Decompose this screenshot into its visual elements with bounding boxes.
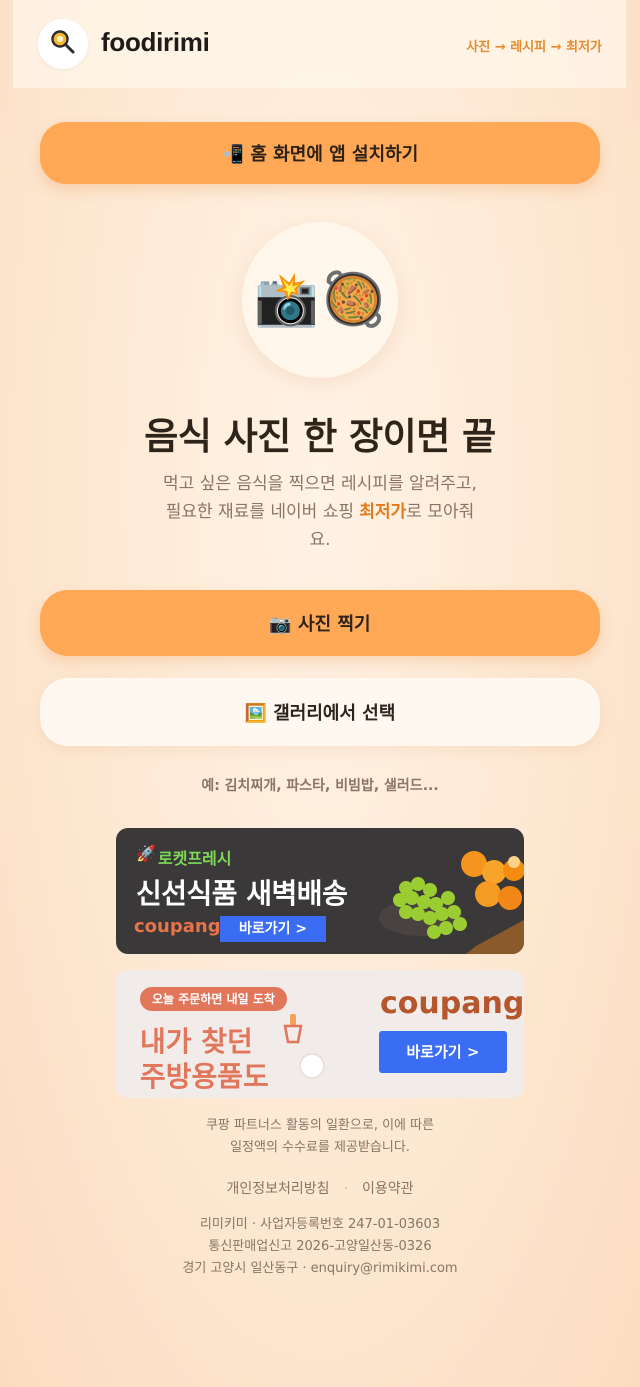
ad-cta-button[interactable]: 바로가기 > [220, 916, 326, 942]
partners-notice: 쿠팡 파트너스 활동의 일환으로, 이에 따른 일정액의 수수료를 제공받습니다… [0, 1115, 640, 1159]
ad-tag: 로켓프레시 [158, 849, 232, 868]
privacy-policy-link[interactable]: 개인정보처리방침 [226, 1181, 329, 1197]
coupang-ad-kitchen[interactable]: 오늘 주문하면 내일 도착 내가 찾던 주방용품도 coupang 바로가기 > [116, 970, 524, 1098]
hero-description: 먹고 싶은 음식을 찍으면 레시피를 알려주고, 필요한 재료를 네이버 쇼핑 … [150, 470, 490, 554]
partners-line-2: 일정액의 수수료를 제공받습니다. [230, 1140, 410, 1155]
gallery-select-button[interactable]: 🖼️ 갤러리에서 선택 [40, 678, 600, 746]
page-title: 음식 사진 한 장이면 끝 [144, 415, 496, 458]
logo[interactable] [38, 19, 88, 69]
desc-line-2: 필요한 재료를 네이버 쇼핑 최저가로 모아줘 [150, 498, 490, 526]
company-line-3: 경기 고양시 일산동구 · enquiry@rimikimi.com [182, 1261, 458, 1276]
kitchen-tool-icon [280, 1012, 306, 1050]
desc-line-2-end: 로 모아줘 [406, 502, 475, 522]
partners-line-1: 쿠팡 파트너스 활동의 일환으로, 이에 따른 [205, 1118, 435, 1133]
top-header: foodirimi 사진 → 레시피 → 최저가 [13, 0, 626, 88]
example-foods: 예: 김치찌개, 파스타, 비빔밥, 샐러드... [201, 778, 439, 794]
dish-icon: 🥘 [321, 270, 386, 330]
desc-line-2-start: 필요한 재료를 네이버 쇼핑 [165, 502, 360, 522]
delivery-badge: 오늘 주문하면 내일 도착 [140, 987, 287, 1011]
footer-links: 개인정보처리방침 · 이용약관 [0, 1178, 640, 1198]
terms-link[interactable]: 이용약관 [362, 1181, 414, 1197]
ad-cta-button[interactable]: 바로가기 > [379, 1031, 507, 1073]
bowl-icon [296, 1052, 328, 1084]
coupang-ad-fresh[interactable]: 🚀 로켓프레시 신선식품 새벽배송 coupang 바로가기 > [116, 828, 524, 954]
install-app-button[interactable]: 📲 홈 화면에 앱 설치하기 [40, 122, 600, 184]
link-separator: · [343, 1181, 348, 1197]
company-line-1: 리미키미 · 사업자등록번호 247-01-03603 [199, 1217, 441, 1232]
desc-line-3: 요. [309, 530, 331, 550]
take-photo-button[interactable]: 📷 사진 찍기 [40, 590, 600, 656]
desc-line-1: 먹고 싶은 음식을 찍으면 레시피를 알려주고, [163, 474, 477, 494]
magnifier-pan-icon [50, 29, 76, 59]
coupang-logo: coupang [134, 916, 221, 937]
brand-name: foodirimi [101, 27, 210, 57]
ad-title: 신선식품 새벽배송 [136, 877, 348, 910]
ad-title-line-1: 내가 찾던 [140, 1025, 253, 1058]
coupang-logo: coupang [380, 986, 524, 1021]
lowest-price-highlight: 최저가 [359, 502, 407, 522]
camera-flash-icon: 📸 [254, 270, 319, 330]
flow-steps: 사진 → 레시피 → 최저가 [466, 40, 602, 55]
ad-title-line-2: 주방용품도 [140, 1060, 269, 1093]
company-line-2: 통신판매업신고 2026-고양일산동-0326 [208, 1239, 432, 1254]
rocket-icon: 🚀 [136, 844, 156, 863]
company-info: 리미키미 · 사업자등록번호 247-01-03603 통신판매업신고 2026… [0, 1214, 640, 1280]
hero-illustration: 📸 🥘 [242, 222, 398, 378]
